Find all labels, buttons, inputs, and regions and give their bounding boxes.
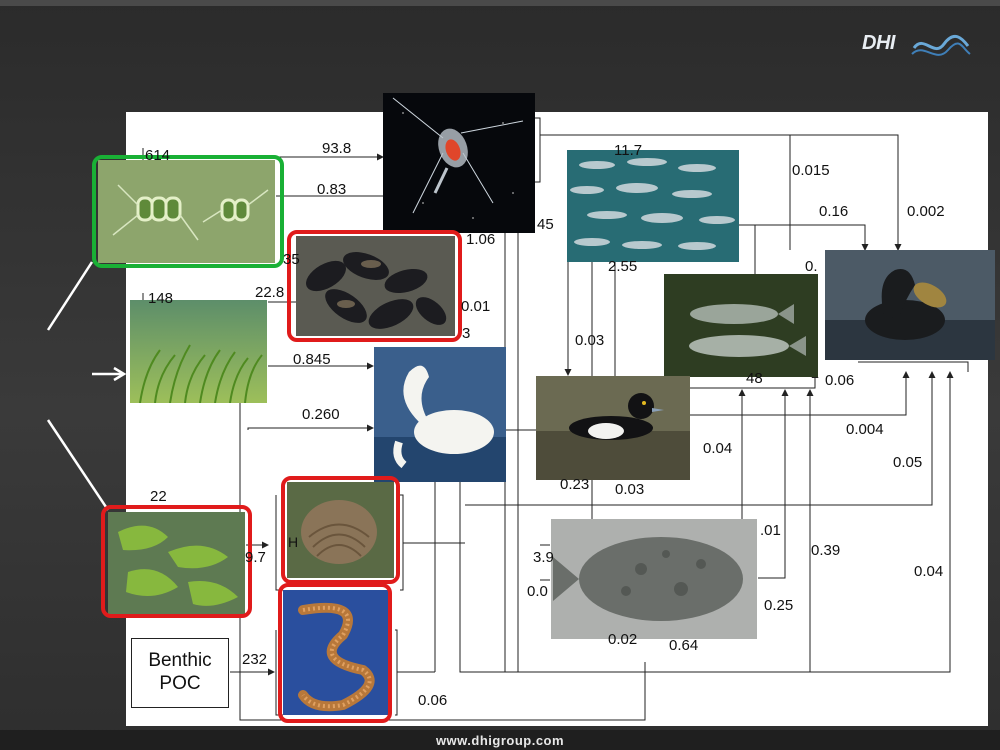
eelgrass-photo — [130, 300, 267, 403]
footer-url[interactable]: www.dhigroup.com — [0, 733, 1000, 748]
flow-label: 148 — [148, 290, 174, 307]
flow-label: 93.8 — [322, 140, 352, 157]
flow-label: 0.002 — [907, 203, 945, 220]
flow-label: 35 — [283, 251, 300, 268]
flow-label: 48 — [746, 370, 763, 387]
flow-label: 0.83 — [317, 181, 347, 198]
diatom-highlight-frame — [92, 155, 284, 268]
polychaete-highlight-frame — [278, 583, 392, 723]
flow-label: 2.55 — [608, 258, 638, 275]
flow-label: 0.25 — [764, 597, 794, 614]
flow-label: 0. — [805, 258, 818, 275]
flow-label: 0.01 — [461, 298, 491, 315]
flounder-photo — [551, 519, 757, 639]
flow-label: 0.39 — [811, 542, 841, 559]
cormorant-photo — [825, 250, 995, 360]
flow-label: H — [288, 534, 299, 550]
copepod-photo — [383, 93, 535, 233]
benthic-poc-line1: Benthic — [148, 650, 212, 672]
herring-school-photo — [567, 150, 739, 262]
mussel-highlight-frame — [287, 230, 462, 342]
flow-label: .01 — [760, 522, 781, 539]
flow-label: 0.16 — [819, 203, 849, 220]
flow-label: 0.04 — [703, 440, 733, 457]
flow-label: 0.05 — [893, 454, 923, 471]
benthic-poc-line2: POC — [159, 673, 201, 694]
flow-label: 0.845 — [293, 351, 331, 368]
flow-label: 0.0 — [527, 583, 548, 600]
flow-label: 0.04 — [914, 563, 944, 580]
flow-label: 9.7 — [245, 549, 266, 566]
flow-label: 3.9 — [533, 549, 554, 566]
flow-label: 0.23 — [560, 476, 590, 493]
swan-photo — [374, 347, 506, 482]
ulva-highlight-frame — [101, 505, 252, 618]
flow-label: 0.03 — [615, 481, 645, 498]
flow-label: 0.004 — [846, 421, 884, 438]
tufted-duck-photo — [536, 376, 690, 480]
flow-label: 0.64 — [669, 637, 699, 654]
flow-label: 232 — [242, 651, 268, 668]
flow-label: 0.06 — [418, 692, 448, 709]
flow-label: 3 — [462, 325, 471, 342]
flow-label: 614 — [145, 147, 171, 164]
flow-label: 0.03 — [575, 332, 605, 349]
flow-label: 0.015 — [792, 162, 830, 179]
trout-photo — [664, 274, 818, 377]
benthic-poc-box: Benthic POC — [131, 638, 229, 708]
flow-label: 0.02 — [608, 631, 638, 648]
clam-highlight-frame — [281, 476, 400, 584]
flow-label: 11.7 — [614, 142, 643, 159]
flow-label: 45 — [537, 216, 554, 233]
flow-label: 0.06 — [825, 372, 855, 389]
flow-label: 22.8 — [255, 284, 285, 301]
flow-label: 1.06 — [466, 231, 496, 248]
flow-label: 0.260 — [302, 406, 340, 423]
flow-label: 22 — [150, 488, 167, 505]
